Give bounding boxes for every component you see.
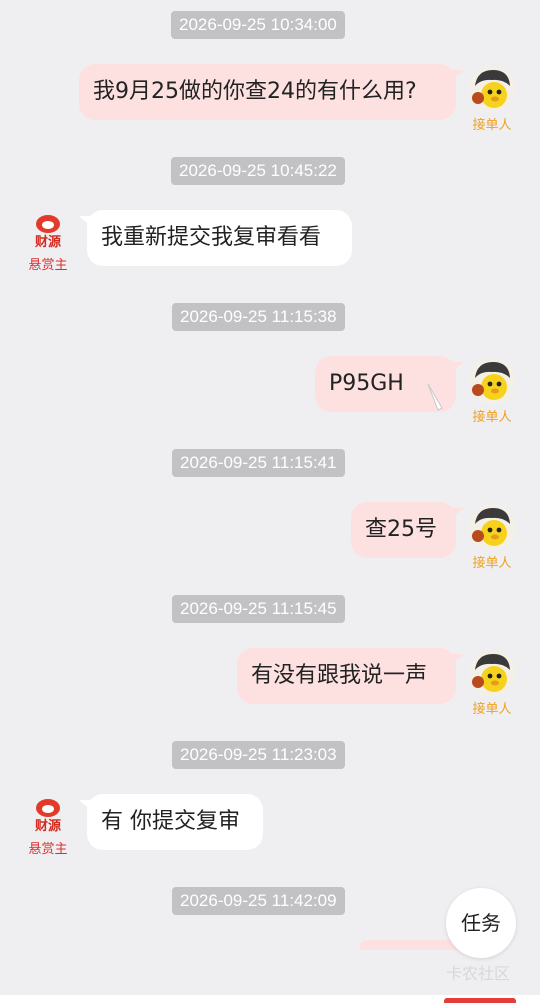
poster-avatar-block[interactable]: 财源 悬赏主	[18, 792, 78, 857]
message-bubble-outgoing[interactable]: 我9月25做的你查24的有什么用?	[79, 64, 464, 120]
timestamp: 2026-09-25 11:15:45	[172, 595, 345, 623]
poster-avatar-icon: 财源	[35, 799, 61, 834]
message-bubble-incoming[interactable]: 有 你提交复审	[79, 794, 263, 850]
taker-avatar-icon	[469, 358, 515, 404]
taker-avatar-block[interactable]: 接单人	[462, 650, 522, 717]
send-button[interactable]	[444, 998, 516, 1003]
timestamp: 2026-09-25 11:15:41	[172, 449, 345, 477]
timestamp: 2026-09-25 10:45:22	[171, 157, 345, 185]
cursor-icon	[427, 383, 443, 411]
svg-text:财源: 财源	[35, 818, 61, 834]
timestamp: 2026-09-25 11:15:38	[172, 303, 345, 331]
taker-avatar-block[interactable]: 接单人	[462, 358, 522, 425]
taker-avatar-block[interactable]: 接单人	[462, 66, 522, 133]
watermark: 卡农社区	[446, 964, 511, 983]
message-bubble-incoming[interactable]: 我重新提交我复审看看	[79, 210, 352, 266]
timestamp: 2026-09-25 11:42:09	[172, 887, 345, 915]
role-label-taker: 接单人	[472, 702, 512, 717]
role-label-taker: 接单人	[472, 556, 512, 571]
taker-avatar-block[interactable]: 接单人	[462, 504, 522, 571]
task-button[interactable]: 任务	[446, 888, 516, 958]
taker-avatar-icon	[469, 650, 515, 696]
svg-text:财源: 财源	[35, 234, 61, 250]
message-bubble-outgoing[interactable]: 查25号	[351, 502, 464, 558]
timestamp: 2026-09-25 10:34:00	[171, 11, 345, 39]
message-bubble-outgoing[interactable]: 有没有跟我说一声	[237, 648, 464, 704]
poster-avatar-icon: 财源	[35, 215, 61, 250]
role-label-poster: 悬赏主	[28, 258, 68, 273]
taker-avatar-icon	[469, 504, 515, 550]
role-label-taker: 接单人	[472, 118, 512, 133]
message-bubble-outgoing-partial[interactable]	[360, 940, 460, 950]
role-label-poster: 悬赏主	[28, 842, 68, 857]
poster-avatar-block[interactable]: 财源 悬赏主	[18, 208, 78, 273]
timestamp: 2026-09-25 11:23:03	[172, 741, 345, 769]
taker-avatar-icon	[469, 66, 515, 112]
role-label-taker: 接单人	[472, 410, 512, 425]
